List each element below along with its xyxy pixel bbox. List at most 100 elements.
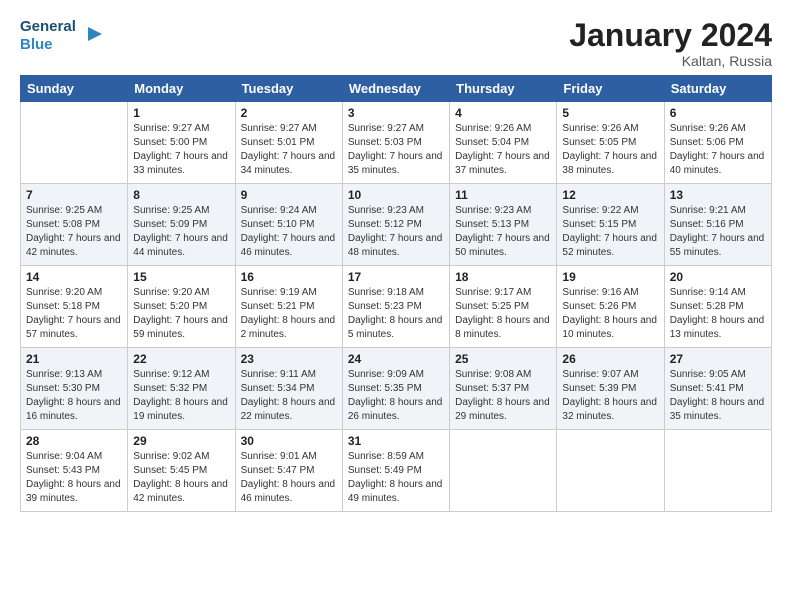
day-cell	[450, 430, 557, 512]
day-number: 7	[26, 188, 122, 202]
day-number: 22	[133, 352, 229, 366]
day-cell: 11 Sunrise: 9:23 AMSunset: 5:13 PMDaylig…	[450, 184, 557, 266]
day-info: Sunrise: 9:26 AMSunset: 5:04 PMDaylight:…	[455, 123, 550, 176]
day-cell: 21 Sunrise: 9:13 AMSunset: 5:30 PMDaylig…	[21, 348, 128, 430]
day-cell: 2 Sunrise: 9:27 AMSunset: 5:01 PMDayligh…	[235, 102, 342, 184]
calendar-page: General Blue January 2024 Kaltan, Russia…	[0, 0, 792, 522]
day-cell: 5 Sunrise: 9:26 AMSunset: 5:05 PMDayligh…	[557, 102, 664, 184]
day-number: 5	[562, 106, 658, 120]
calendar-table: Sunday Monday Tuesday Wednesday Thursday…	[20, 75, 772, 512]
day-info: Sunrise: 9:14 AMSunset: 5:28 PMDaylight:…	[670, 287, 765, 340]
day-number: 6	[670, 106, 766, 120]
logo: General Blue	[20, 18, 104, 53]
day-info: Sunrise: 9:07 AMSunset: 5:39 PMDaylight:…	[562, 369, 657, 422]
day-cell: 9 Sunrise: 9:24 AMSunset: 5:10 PMDayligh…	[235, 184, 342, 266]
day-info: Sunrise: 9:26 AMSunset: 5:05 PMDaylight:…	[562, 123, 657, 176]
day-info: Sunrise: 9:20 AMSunset: 5:18 PMDaylight:…	[26, 287, 121, 340]
day-cell: 24 Sunrise: 9:09 AMSunset: 5:35 PMDaylig…	[342, 348, 449, 430]
day-info: Sunrise: 9:01 AMSunset: 5:47 PMDaylight:…	[241, 451, 336, 504]
day-number: 2	[241, 106, 337, 120]
day-info: Sunrise: 9:09 AMSunset: 5:35 PMDaylight:…	[348, 369, 443, 422]
day-info: Sunrise: 9:27 AMSunset: 5:03 PMDaylight:…	[348, 123, 443, 176]
day-number: 8	[133, 188, 229, 202]
day-info: Sunrise: 9:16 AMSunset: 5:26 PMDaylight:…	[562, 287, 657, 340]
day-number: 4	[455, 106, 551, 120]
day-cell: 15 Sunrise: 9:20 AMSunset: 5:20 PMDaylig…	[128, 266, 235, 348]
day-number: 27	[670, 352, 766, 366]
day-number: 11	[455, 188, 551, 202]
col-saturday: Saturday	[664, 76, 771, 102]
location: Kaltan, Russia	[569, 53, 772, 69]
day-number: 28	[26, 434, 122, 448]
day-cell: 25 Sunrise: 9:08 AMSunset: 5:37 PMDaylig…	[450, 348, 557, 430]
day-cell: 29 Sunrise: 9:02 AMSunset: 5:45 PMDaylig…	[128, 430, 235, 512]
day-cell: 23 Sunrise: 9:11 AMSunset: 5:34 PMDaylig…	[235, 348, 342, 430]
day-number: 1	[133, 106, 229, 120]
day-cell: 22 Sunrise: 9:12 AMSunset: 5:32 PMDaylig…	[128, 348, 235, 430]
day-cell: 10 Sunrise: 9:23 AMSunset: 5:12 PMDaylig…	[342, 184, 449, 266]
day-cell: 17 Sunrise: 9:18 AMSunset: 5:23 PMDaylig…	[342, 266, 449, 348]
day-number: 31	[348, 434, 444, 448]
day-info: Sunrise: 9:02 AMSunset: 5:45 PMDaylight:…	[133, 451, 228, 504]
header-row: Sunday Monday Tuesday Wednesday Thursday…	[21, 76, 772, 102]
day-cell: 28 Sunrise: 9:04 AMSunset: 5:43 PMDaylig…	[21, 430, 128, 512]
day-info: Sunrise: 9:27 AMSunset: 5:01 PMDaylight:…	[241, 123, 336, 176]
day-info: Sunrise: 9:05 AMSunset: 5:41 PMDaylight:…	[670, 369, 765, 422]
day-info: Sunrise: 9:12 AMSunset: 5:32 PMDaylight:…	[133, 369, 228, 422]
day-info: Sunrise: 9:26 AMSunset: 5:06 PMDaylight:…	[670, 123, 765, 176]
day-cell: 8 Sunrise: 9:25 AMSunset: 5:09 PMDayligh…	[128, 184, 235, 266]
day-number: 12	[562, 188, 658, 202]
day-info: Sunrise: 9:22 AMSunset: 5:15 PMDaylight:…	[562, 205, 657, 258]
day-cell: 19 Sunrise: 9:16 AMSunset: 5:26 PMDaylig…	[557, 266, 664, 348]
day-number: 25	[455, 352, 551, 366]
day-info: Sunrise: 8:59 AMSunset: 5:49 PMDaylight:…	[348, 451, 443, 504]
day-info: Sunrise: 9:08 AMSunset: 5:37 PMDaylight:…	[455, 369, 550, 422]
col-monday: Monday	[128, 76, 235, 102]
logo-arrow-icon	[82, 23, 104, 45]
col-sunday: Sunday	[21, 76, 128, 102]
week-row-4: 21 Sunrise: 9:13 AMSunset: 5:30 PMDaylig…	[21, 348, 772, 430]
logo-blue: Blue	[20, 36, 53, 53]
col-friday: Friday	[557, 76, 664, 102]
day-cell: 1 Sunrise: 9:27 AMSunset: 5:00 PMDayligh…	[128, 102, 235, 184]
month-title: January 2024	[569, 18, 772, 53]
day-cell: 26 Sunrise: 9:07 AMSunset: 5:39 PMDaylig…	[557, 348, 664, 430]
logo-text: General Blue	[20, 18, 76, 53]
day-info: Sunrise: 9:13 AMSunset: 5:30 PMDaylight:…	[26, 369, 121, 422]
day-number: 21	[26, 352, 122, 366]
day-info: Sunrise: 9:23 AMSunset: 5:13 PMDaylight:…	[455, 205, 550, 258]
title-block: January 2024 Kaltan, Russia	[569, 18, 772, 69]
col-thursday: Thursday	[450, 76, 557, 102]
day-cell: 4 Sunrise: 9:26 AMSunset: 5:04 PMDayligh…	[450, 102, 557, 184]
week-row-1: 1 Sunrise: 9:27 AMSunset: 5:00 PMDayligh…	[21, 102, 772, 184]
day-cell: 6 Sunrise: 9:26 AMSunset: 5:06 PMDayligh…	[664, 102, 771, 184]
day-cell	[557, 430, 664, 512]
day-info: Sunrise: 9:17 AMSunset: 5:25 PMDaylight:…	[455, 287, 550, 340]
week-row-2: 7 Sunrise: 9:25 AMSunset: 5:08 PMDayligh…	[21, 184, 772, 266]
day-info: Sunrise: 9:23 AMSunset: 5:12 PMDaylight:…	[348, 205, 443, 258]
day-cell: 3 Sunrise: 9:27 AMSunset: 5:03 PMDayligh…	[342, 102, 449, 184]
day-number: 16	[241, 270, 337, 284]
day-cell: 20 Sunrise: 9:14 AMSunset: 5:28 PMDaylig…	[664, 266, 771, 348]
day-number: 14	[26, 270, 122, 284]
day-cell: 13 Sunrise: 9:21 AMSunset: 5:16 PMDaylig…	[664, 184, 771, 266]
day-number: 3	[348, 106, 444, 120]
day-number: 10	[348, 188, 444, 202]
week-row-3: 14 Sunrise: 9:20 AMSunset: 5:18 PMDaylig…	[21, 266, 772, 348]
day-number: 13	[670, 188, 766, 202]
day-number: 26	[562, 352, 658, 366]
header: General Blue January 2024 Kaltan, Russia	[20, 18, 772, 69]
day-cell	[664, 430, 771, 512]
day-number: 23	[241, 352, 337, 366]
col-tuesday: Tuesday	[235, 76, 342, 102]
logo-general: General	[20, 18, 76, 35]
day-number: 18	[455, 270, 551, 284]
day-info: Sunrise: 9:21 AMSunset: 5:16 PMDaylight:…	[670, 205, 765, 258]
day-number: 15	[133, 270, 229, 284]
day-number: 19	[562, 270, 658, 284]
day-cell: 16 Sunrise: 9:19 AMSunset: 5:21 PMDaylig…	[235, 266, 342, 348]
day-info: Sunrise: 9:24 AMSunset: 5:10 PMDaylight:…	[241, 205, 336, 258]
day-cell: 12 Sunrise: 9:22 AMSunset: 5:15 PMDaylig…	[557, 184, 664, 266]
day-number: 17	[348, 270, 444, 284]
day-cell: 27 Sunrise: 9:05 AMSunset: 5:41 PMDaylig…	[664, 348, 771, 430]
